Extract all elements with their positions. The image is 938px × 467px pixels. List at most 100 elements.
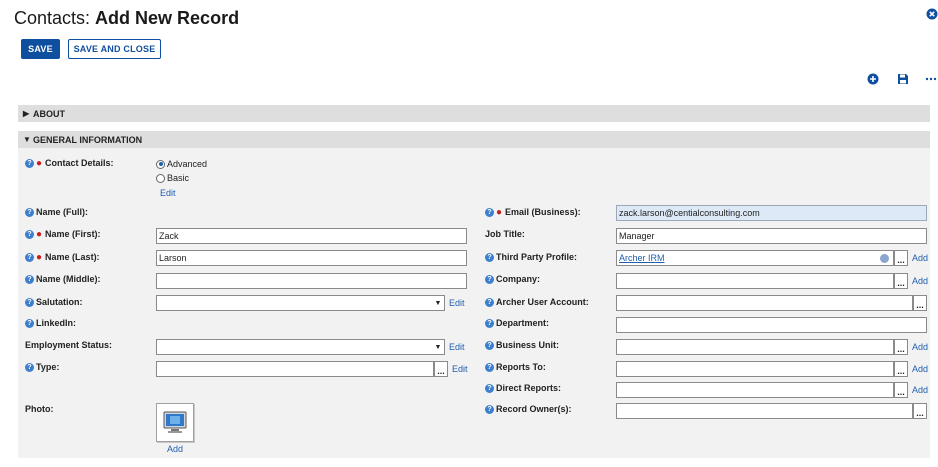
reports-to-lookup-button[interactable]: ... bbox=[894, 361, 908, 377]
type-input[interactable] bbox=[156, 361, 434, 377]
required-icon: ● bbox=[496, 206, 503, 218]
archer-user-account-input[interactable] bbox=[616, 295, 913, 311]
help-icon[interactable]: ? bbox=[25, 252, 34, 262]
job-title-input[interactable]: Manager bbox=[616, 228, 927, 244]
section-about-label: ABOUT bbox=[33, 108, 65, 119]
third-party-profile-input[interactable]: Archer IRM bbox=[616, 250, 894, 266]
archer-user-account-label: ? Archer User Account: bbox=[485, 296, 589, 308]
salutation-label: ? Salutation: bbox=[25, 296, 83, 308]
radio-unselected-icon bbox=[156, 173, 165, 183]
help-icon[interactable]: ? bbox=[25, 297, 34, 307]
required-icon: ● bbox=[36, 157, 43, 169]
salutation-edit-link[interactable]: Edit bbox=[449, 298, 465, 308]
help-icon[interactable]: ? bbox=[25, 229, 34, 239]
business-unit-input[interactable] bbox=[616, 339, 894, 355]
employment-status-label: Employment Status: bbox=[25, 340, 113, 350]
help-icon[interactable]: ? bbox=[25, 158, 34, 168]
third-party-lookup-button[interactable]: ... bbox=[894, 250, 908, 266]
name-first-input[interactable]: Zack bbox=[156, 228, 467, 244]
archer-user-lookup-button[interactable]: ... bbox=[913, 295, 927, 311]
employment-status-select[interactable] bbox=[156, 339, 445, 355]
required-icon: ● bbox=[36, 228, 43, 240]
type-label: ? Type: bbox=[25, 361, 59, 373]
email-business-label: ? ● Email (Business): bbox=[485, 206, 581, 218]
save-button[interactable]: SAVE bbox=[21, 39, 60, 59]
section-general-header[interactable]: ▼ GENERAL INFORMATION bbox=[18, 131, 930, 148]
required-icon: ● bbox=[36, 251, 43, 263]
reports-to-add-link[interactable]: Add bbox=[912, 364, 928, 374]
business-unit-add-link[interactable]: Add bbox=[912, 342, 928, 352]
direct-reports-add-link[interactable]: Add bbox=[912, 385, 928, 395]
help-icon[interactable]: ? bbox=[485, 404, 494, 414]
direct-reports-lookup-button[interactable]: ... bbox=[894, 382, 908, 398]
add-circle-icon[interactable] bbox=[867, 73, 879, 85]
record-owners-label: ? Record Owner(s): bbox=[485, 403, 572, 415]
photo-label: Photo: bbox=[25, 404, 54, 414]
reports-to-input[interactable] bbox=[616, 361, 894, 377]
page-title: Contacts: Add New Record bbox=[14, 8, 239, 29]
business-unit-label: ? Business Unit: bbox=[485, 339, 559, 351]
help-icon[interactable]: ? bbox=[485, 362, 494, 372]
more-dots-icon[interactable] bbox=[925, 73, 937, 85]
contact-details-advanced-radio[interactable]: Advanced bbox=[156, 159, 207, 169]
company-label: ? Company: bbox=[485, 273, 540, 285]
salutation-select[interactable] bbox=[156, 295, 445, 311]
email-business-input[interactable]: zack.larson@centialconsulting.com bbox=[616, 205, 927, 221]
contact-details-basic-radio[interactable]: Basic bbox=[156, 173, 189, 183]
page-action: Add New Record bbox=[95, 8, 240, 28]
third-party-add-link[interactable]: Add bbox=[912, 253, 928, 263]
photo-placeholder[interactable] bbox=[156, 403, 194, 442]
name-last-input[interactable]: Larson bbox=[156, 250, 467, 266]
reports-to-label: ? Reports To: bbox=[485, 361, 546, 373]
module-name: Contacts: bbox=[14, 8, 91, 28]
contact-details-edit-link[interactable]: Edit bbox=[160, 188, 176, 198]
close-icon[interactable] bbox=[926, 8, 938, 20]
direct-reports-label: ? Direct Reports: bbox=[485, 382, 561, 394]
type-edit-link[interactable]: Edit bbox=[452, 364, 468, 374]
business-unit-lookup-button[interactable]: ... bbox=[894, 339, 908, 355]
expand-triangle-icon: ▶ bbox=[23, 109, 30, 118]
help-icon[interactable]: ? bbox=[485, 252, 494, 262]
chevron-down-icon[interactable]: ▼ bbox=[433, 295, 443, 311]
name-last-label: ? ● Name (Last): bbox=[25, 251, 100, 263]
department-label: ? Department: bbox=[485, 317, 549, 329]
chevron-down-icon[interactable]: ▼ bbox=[433, 339, 443, 355]
job-title-label: Job Title: bbox=[485, 229, 525, 239]
save-and-close-button[interactable]: SAVE AND CLOSE bbox=[68, 39, 161, 59]
contact-details-label: ? ● Contact Details: bbox=[25, 157, 114, 169]
name-middle-label: ? Name (Middle): bbox=[25, 273, 101, 285]
name-first-label: ? ● Name (First): bbox=[25, 228, 101, 240]
company-lookup-button[interactable]: ... bbox=[894, 273, 908, 289]
help-icon[interactable]: ? bbox=[25, 362, 34, 372]
name-full-label: ? Name (Full): bbox=[25, 206, 88, 218]
linkedin-label: ? LinkedIn: bbox=[25, 317, 76, 329]
collapse-triangle-icon: ▼ bbox=[23, 135, 31, 144]
name-middle-input[interactable] bbox=[156, 273, 467, 289]
save-disk-icon[interactable] bbox=[897, 73, 909, 85]
section-general-label: GENERAL INFORMATION bbox=[33, 134, 143, 145]
department-input[interactable] bbox=[616, 317, 927, 333]
help-icon[interactable]: ? bbox=[485, 274, 494, 284]
radio-selected-icon bbox=[156, 159, 165, 169]
type-lookup-button[interactable]: ... bbox=[434, 361, 448, 377]
record-owners-lookup-button[interactable]: ... bbox=[913, 403, 927, 419]
company-input[interactable] bbox=[616, 273, 894, 289]
help-icon[interactable]: ? bbox=[25, 274, 34, 284]
help-icon[interactable]: ? bbox=[485, 340, 494, 350]
company-add-link[interactable]: Add bbox=[912, 276, 928, 286]
help-icon[interactable]: ? bbox=[25, 318, 34, 328]
clear-icon[interactable] bbox=[880, 254, 889, 263]
monitor-icon bbox=[163, 411, 187, 433]
employment-status-edit-link[interactable]: Edit bbox=[449, 342, 465, 352]
help-icon[interactable]: ? bbox=[485, 297, 494, 307]
third-party-profile-label: ? Third Party Profile: bbox=[485, 251, 577, 263]
photo-add-link[interactable]: Add bbox=[167, 444, 183, 454]
record-owners-input[interactable] bbox=[616, 403, 913, 419]
help-icon[interactable]: ? bbox=[485, 318, 494, 328]
direct-reports-input[interactable] bbox=[616, 382, 894, 398]
help-icon[interactable]: ? bbox=[485, 383, 494, 393]
help-icon[interactable]: ? bbox=[25, 207, 34, 217]
third-party-profile-link[interactable]: Archer IRM bbox=[619, 253, 665, 263]
help-icon[interactable]: ? bbox=[485, 207, 494, 217]
section-about-header[interactable]: ▶ ABOUT bbox=[18, 105, 930, 122]
